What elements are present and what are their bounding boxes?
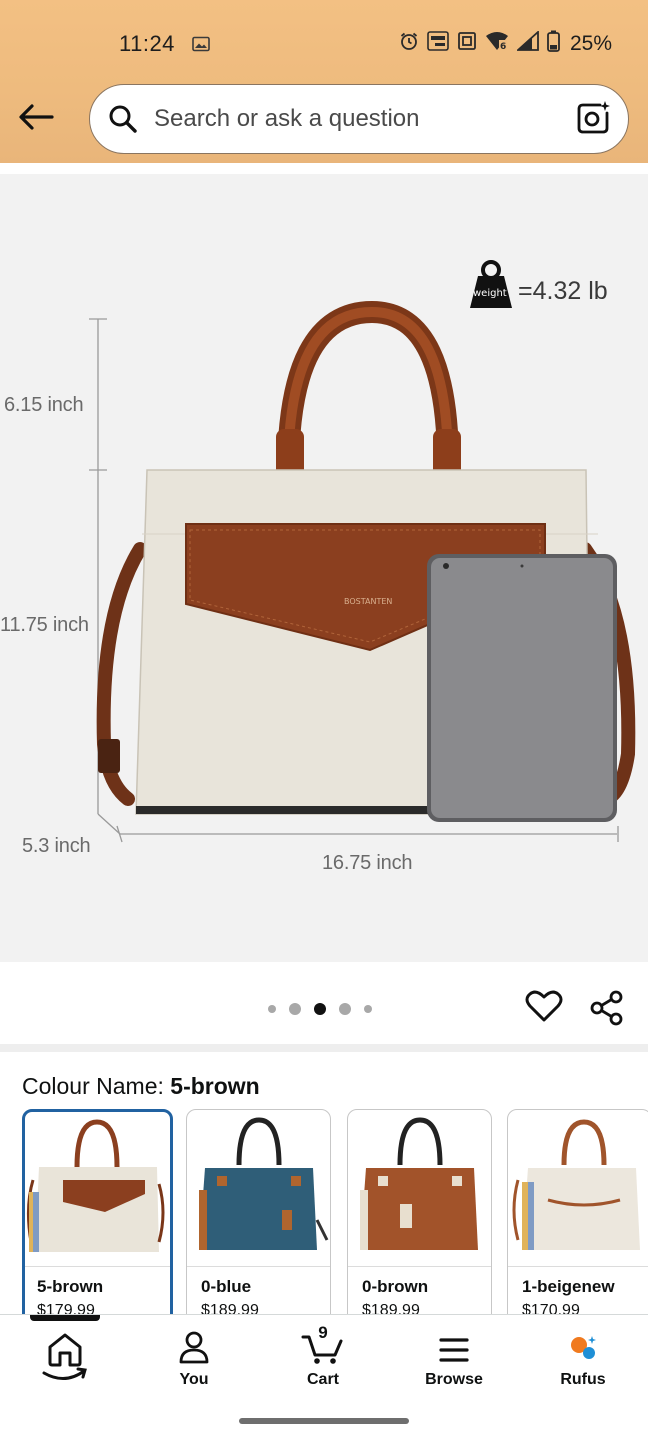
carousel-dot[interactable] bbox=[289, 1003, 301, 1015]
product-image[interactable]: BOSTANTEN weight =4.32 lb 6.15 inch 11.7… bbox=[0, 174, 648, 962]
cart-count-badge: 9 bbox=[318, 1323, 328, 1342]
cart-icon: 9 bbox=[301, 1323, 345, 1370]
swatch-image bbox=[187, 1110, 330, 1267]
menu-icon bbox=[439, 1337, 469, 1368]
auto-hz-icon bbox=[427, 31, 449, 56]
image-footer bbox=[0, 962, 648, 1044]
gesture-handle[interactable] bbox=[239, 1418, 409, 1424]
dimension-height: 11.75 inch bbox=[0, 614, 89, 636]
svg-text:6: 6 bbox=[500, 42, 506, 51]
colour-swatches: 5-brown $179.99 0-blue $189.99 0-brown $… bbox=[22, 1109, 648, 1314]
swatch-name: 0-blue bbox=[201, 1277, 252, 1296]
colour-swatch-5-brown[interactable]: 5-brown $179.99 bbox=[22, 1109, 173, 1314]
nav-home[interactable] bbox=[10, 1315, 120, 1405]
colour-name-selected: 5-brown bbox=[170, 1073, 260, 1099]
carousel-dot-active[interactable] bbox=[314, 1003, 326, 1015]
status-time: 11:24 bbox=[119, 31, 175, 56]
colour-name-heading: Colour Name: 5-brown bbox=[22, 1073, 260, 1100]
app-header: 11:24 6 25% Search or ask a question bbox=[0, 0, 648, 163]
carousel-dot[interactable] bbox=[339, 1003, 351, 1015]
swatch-image bbox=[25, 1112, 170, 1267]
status-icons: 6 25% bbox=[399, 29, 612, 57]
swatch-price: $179.99 bbox=[37, 1302, 95, 1314]
swatch-image bbox=[508, 1110, 648, 1267]
nav-label-rufus: Rufus bbox=[560, 1371, 606, 1388]
nfc-icon bbox=[457, 31, 477, 56]
swatch-name: 0-brown bbox=[362, 1277, 429, 1296]
bottom-navigation: You 9 Cart Browse Rufus bbox=[0, 1314, 648, 1404]
carousel-dots bbox=[268, 1003, 372, 1015]
nav-browse[interactable]: Browse bbox=[399, 1315, 509, 1405]
dimension-width: 16.75 inch bbox=[322, 852, 413, 874]
dimension-depth: 5.3 inch bbox=[22, 835, 91, 857]
nav-you[interactable]: You bbox=[139, 1315, 249, 1405]
colour-name-label: Colour Name: bbox=[22, 1073, 171, 1099]
alarm-icon bbox=[399, 31, 419, 56]
rufus-icon bbox=[568, 1335, 598, 1366]
bag-brand-label: BOSTANTEN bbox=[344, 597, 392, 606]
nav-label-browse: Browse bbox=[425, 1371, 483, 1388]
colour-swatch-0-blue[interactable]: 0-blue $189.99 bbox=[186, 1109, 331, 1314]
home-icon bbox=[40, 1331, 90, 1388]
nav-rufus[interactable]: Rufus bbox=[528, 1315, 638, 1405]
battery-percent: 25% bbox=[569, 31, 612, 55]
swatch-price: $189.99 bbox=[201, 1302, 259, 1314]
swatch-name: 1-beigenew bbox=[522, 1277, 615, 1296]
dimension-handle-height: 6.15 inch bbox=[4, 394, 84, 416]
gesture-area bbox=[0, 1404, 648, 1440]
camera-search-icon[interactable] bbox=[576, 100, 612, 141]
wifi-6-icon: 6 bbox=[485, 31, 509, 56]
carousel-dot[interactable] bbox=[268, 1005, 276, 1013]
search-icon bbox=[108, 104, 138, 139]
wishlist-heart-icon[interactable] bbox=[525, 989, 563, 1028]
back-arrow-icon bbox=[19, 104, 54, 130]
carousel-dot[interactable] bbox=[364, 1005, 372, 1013]
colour-swatch-1-beigenew[interactable]: 1-beigenew $170.99 bbox=[507, 1109, 648, 1314]
weight-label: =4.32 lb bbox=[518, 277, 608, 305]
svg-text:weight: weight bbox=[473, 288, 507, 299]
section-separator bbox=[0, 1044, 648, 1052]
image-icon bbox=[192, 36, 210, 57]
battery-icon bbox=[547, 30, 560, 57]
weight-icon: weight bbox=[470, 260, 512, 308]
header-gap bbox=[0, 163, 648, 174]
nav-label-cart: Cart bbox=[306, 1371, 339, 1388]
person-icon bbox=[178, 1331, 210, 1370]
search-bar[interactable] bbox=[89, 84, 629, 154]
swatch-price: $170.99 bbox=[522, 1302, 580, 1314]
swatch-price: $189.99 bbox=[362, 1302, 420, 1314]
back-button[interactable] bbox=[14, 95, 58, 139]
status-bar: 11:24 6 25% bbox=[0, 0, 648, 86]
share-icon[interactable] bbox=[588, 989, 626, 1032]
search-input[interactable] bbox=[154, 99, 554, 139]
colour-swatch-0-brown[interactable]: 0-brown $189.99 bbox=[347, 1109, 492, 1314]
swatch-name: 5-brown bbox=[37, 1277, 104, 1296]
swatch-image bbox=[348, 1110, 491, 1267]
nav-label-you: You bbox=[179, 1371, 209, 1388]
signal-icon bbox=[515, 29, 539, 56]
nav-cart[interactable]: 9 Cart bbox=[268, 1315, 378, 1405]
